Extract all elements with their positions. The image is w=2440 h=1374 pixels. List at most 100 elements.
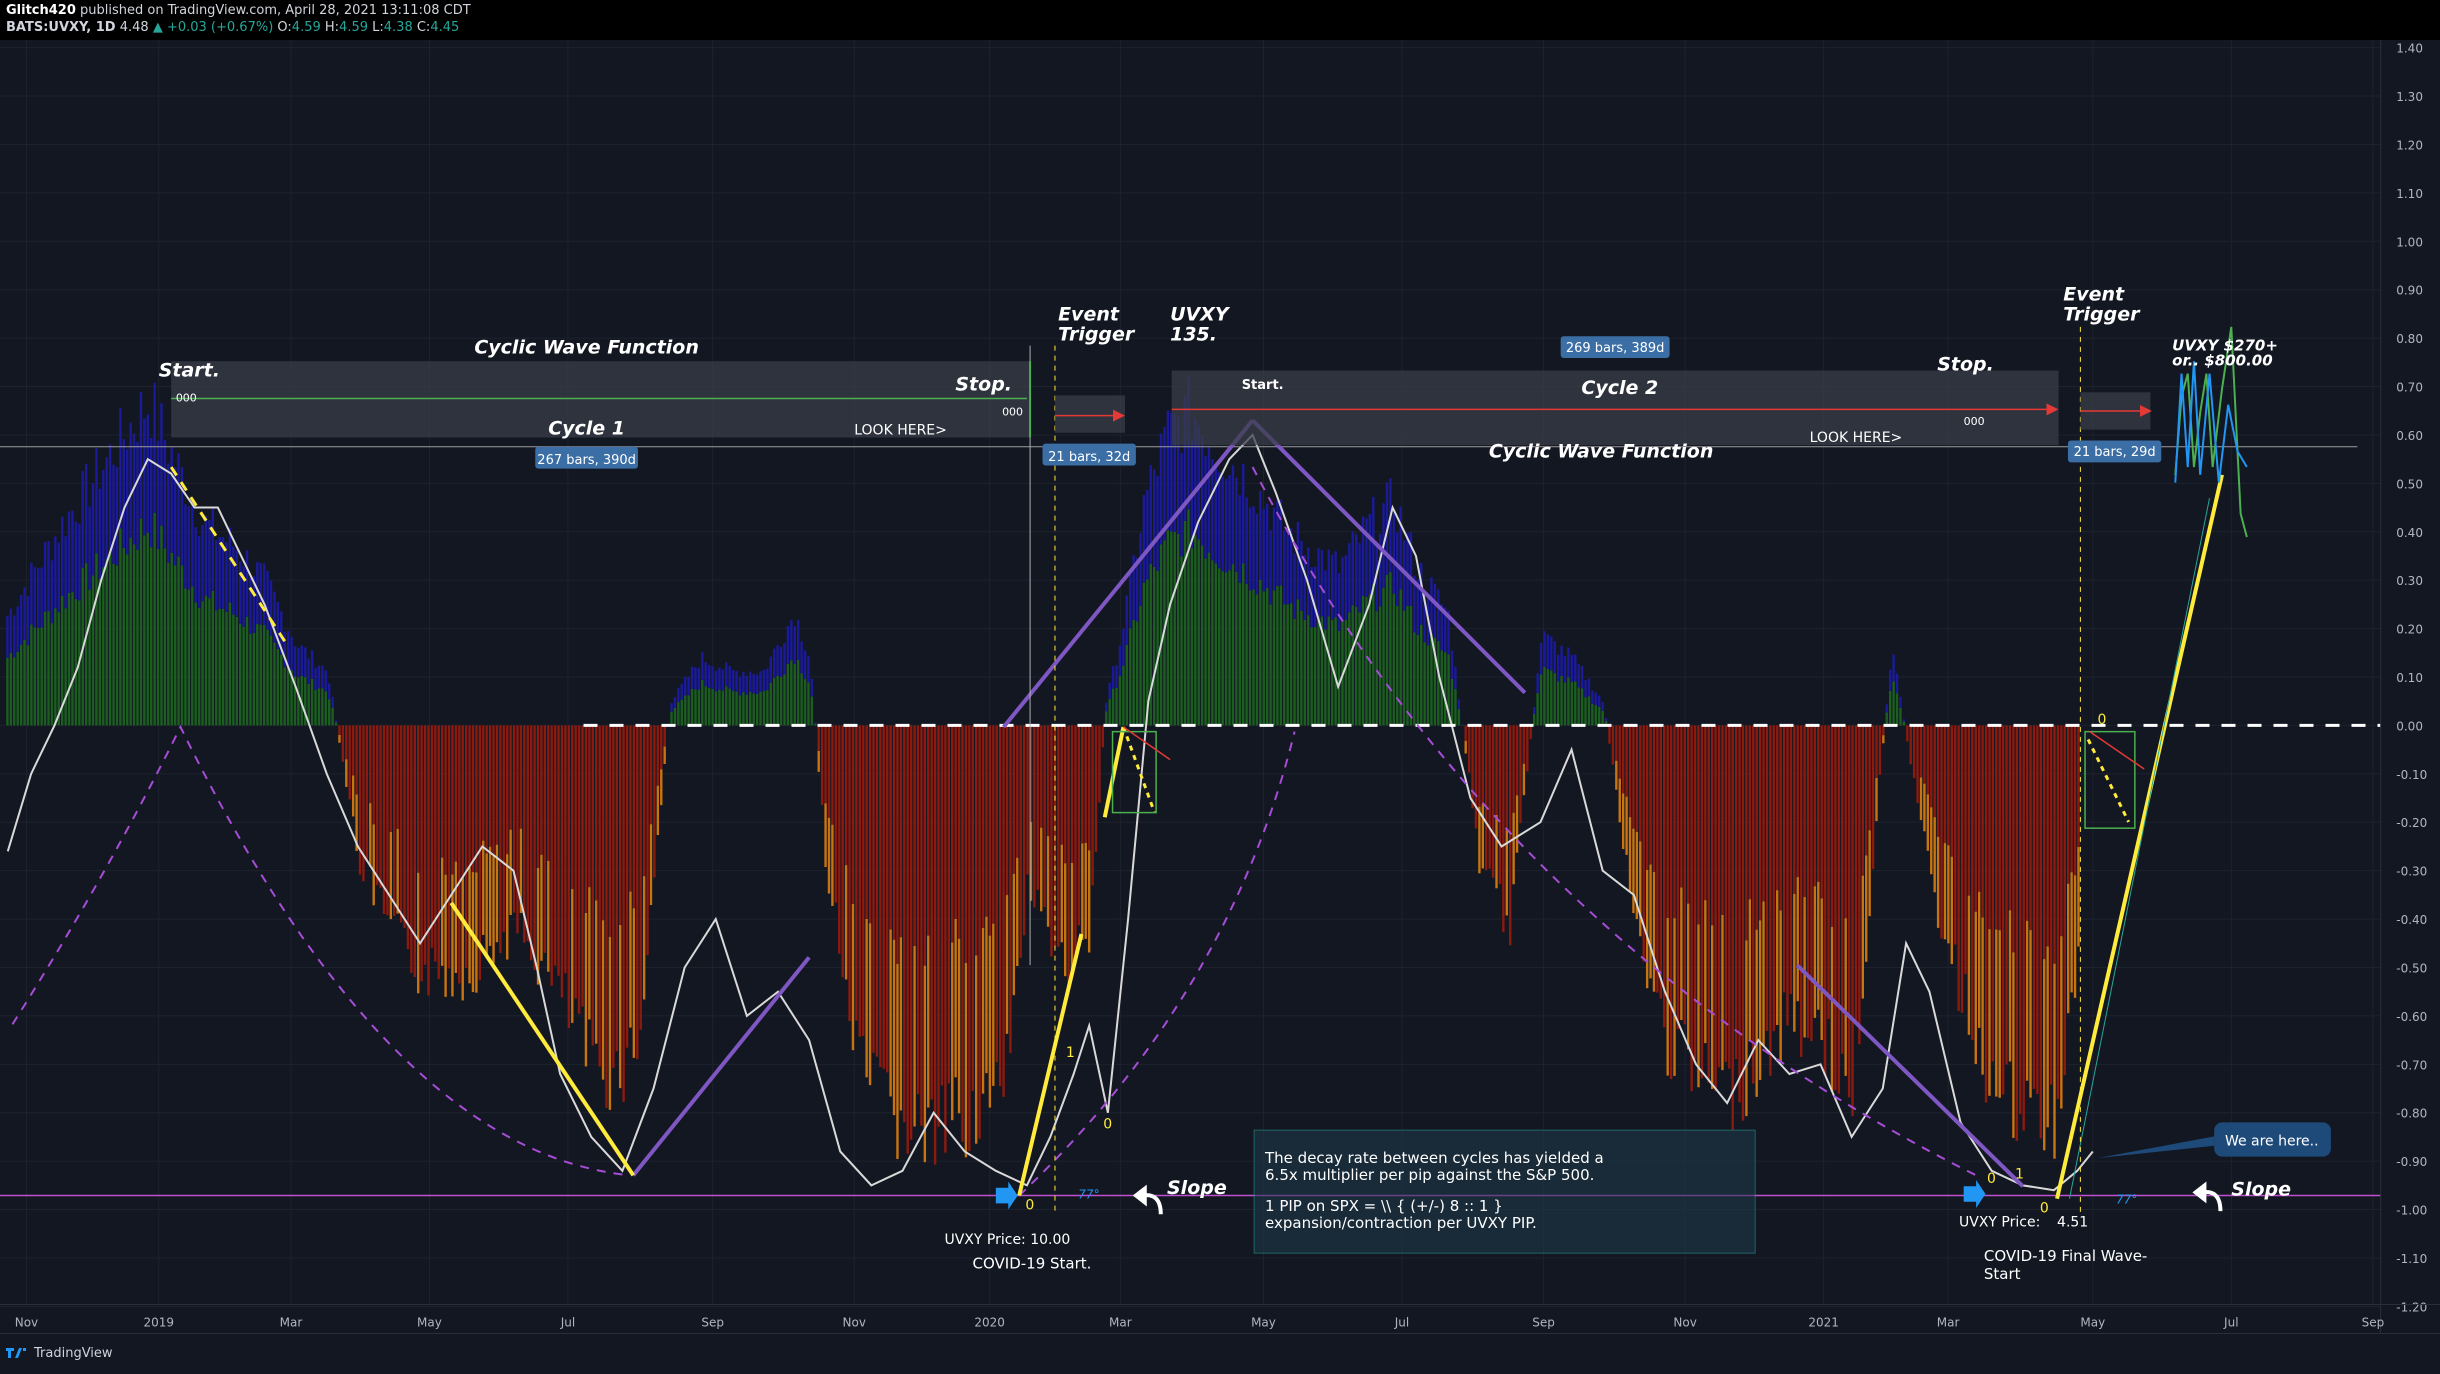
histogram-bar-orange xyxy=(1793,894,1795,1032)
histogram-bar-green xyxy=(1420,625,1422,726)
histogram-bar-green xyxy=(773,678,775,726)
histogram-bar-orange xyxy=(657,786,659,835)
label-uvxy-target: or.. $800.00 xyxy=(2172,351,2273,369)
histogram-bar-red xyxy=(574,725,576,875)
histogram-bar-green xyxy=(1588,696,1590,725)
histogram-bar-orange xyxy=(1735,909,1737,1059)
histogram-bar-red xyxy=(1646,725,1648,870)
x-tick-label: Jul xyxy=(2223,1315,2238,1329)
symbol-label[interactable]: BATS:UVXY, 1D xyxy=(6,20,116,35)
histogram-bar-red xyxy=(1078,725,1080,835)
histogram-bar-red xyxy=(622,725,624,932)
histogram-bar-red xyxy=(1499,725,1501,812)
y-tick-label: -1.20 xyxy=(2396,1300,2427,1314)
publisher-name[interactable]: Glitch420 xyxy=(6,3,76,18)
histogram-bar-orange xyxy=(540,855,542,961)
histogram-bar-blue xyxy=(61,517,63,596)
histogram-bar-red xyxy=(1088,725,1090,850)
histogram-bar-red xyxy=(1964,725,1966,862)
histogram-bar-green xyxy=(1547,669,1549,725)
histogram-bar-red xyxy=(876,725,878,907)
histogram-bar-blue xyxy=(140,392,142,519)
histogram-bar-blue xyxy=(1269,530,1271,604)
histogram-bar-orange xyxy=(1019,853,1021,958)
histogram-bar-red xyxy=(1906,725,1908,734)
histogram-bar-blue xyxy=(239,561,241,623)
tradingview-logo-icon[interactable] xyxy=(6,1346,28,1360)
histogram-bar-orange xyxy=(999,924,1001,1086)
y-tick-label: 1.10 xyxy=(2396,187,2423,201)
histogram-bar-blue xyxy=(770,657,772,683)
histogram-bar-red xyxy=(1728,725,1730,914)
histogram-bar-red xyxy=(506,725,508,854)
histogram-bar-orange xyxy=(2046,946,2048,1127)
histogram-bar-orange xyxy=(1701,920,1703,1079)
histogram-bar-green xyxy=(1554,673,1556,725)
histogram-bar-orange xyxy=(845,865,847,979)
histogram-bar-orange xyxy=(1091,813,1093,885)
histogram-bar-blue xyxy=(304,648,306,678)
histogram-bar-red xyxy=(462,725,464,876)
histogram-bar-orange xyxy=(561,875,563,997)
histogram-bar-green xyxy=(766,690,768,725)
histogram-bar-green xyxy=(1283,604,1285,725)
histogram-bar-orange xyxy=(544,851,546,953)
histogram-bar-red xyxy=(373,725,375,824)
y-tick-label: 0.50 xyxy=(2396,477,2423,491)
histogram-bar-green xyxy=(722,691,724,726)
histogram-bar-blue xyxy=(20,595,22,645)
histogram-bar-red xyxy=(2053,725,2055,963)
histogram-bar-red xyxy=(1879,725,1881,752)
histogram-bar-red xyxy=(1814,725,1816,886)
histogram-bar-blue xyxy=(105,457,107,559)
label-event-trigger-2: Event xyxy=(2063,283,2125,305)
histogram-bar-green xyxy=(1136,621,1138,725)
histogram-bar-red xyxy=(978,725,980,952)
histogram-bar-red xyxy=(1920,725,1922,777)
histogram-bar-red xyxy=(1067,725,1069,867)
histogram-bar-orange xyxy=(841,864,843,977)
histogram-bar-orange xyxy=(1975,912,1977,1064)
histogram-bar-red xyxy=(568,725,570,891)
histogram-bar-red xyxy=(1660,725,1662,875)
histogram-bar-blue xyxy=(739,677,741,695)
label-cyclic-wave-2: Cyclic Wave Function xyxy=(1489,441,1714,463)
histogram-bar-red xyxy=(1865,725,1867,855)
histogram-bar-red xyxy=(1732,725,1734,947)
histogram-bar-red xyxy=(1033,725,1035,825)
histogram-bar-red xyxy=(2064,725,2066,917)
histogram-bar-blue xyxy=(1574,654,1576,681)
histogram-bar-blue xyxy=(157,441,159,549)
histogram-bar-red xyxy=(1992,725,1994,910)
brand-label[interactable]: TradingView xyxy=(34,1346,113,1361)
histogram-bar-green xyxy=(1399,590,1401,726)
price-change: ▲ +0.03 (+0.67%) xyxy=(153,20,273,35)
histogram-bar-red xyxy=(934,725,936,967)
histogram-bar-red xyxy=(2070,725,2072,872)
histogram-bar-red xyxy=(2046,725,2048,946)
histogram-bar-red xyxy=(1670,725,1672,920)
histogram-bar-green xyxy=(147,533,149,726)
histogram-bar-orange xyxy=(1619,779,1621,823)
histogram-bar-green xyxy=(116,565,118,725)
histogram-bar-green xyxy=(129,538,131,726)
histogram-bar-green xyxy=(1235,572,1237,726)
histogram-bar-green xyxy=(1382,588,1384,726)
chart-canvas[interactable]: 1.401.301.201.101.000.900.800.700.600.50… xyxy=(0,40,2440,1333)
histogram-bar-red xyxy=(1506,725,1508,830)
histogram-bar-orange xyxy=(1817,882,1819,1010)
histogram-bar-green xyxy=(71,592,73,725)
histogram-bar-orange xyxy=(1844,918,1846,1076)
histogram-bar-red xyxy=(465,725,467,858)
histogram-bar-blue xyxy=(1266,504,1268,588)
histogram-bar-red xyxy=(643,725,645,876)
histogram-bar-orange xyxy=(876,908,878,1057)
histogram-bar-red xyxy=(1759,725,1761,920)
histogram-bar-blue xyxy=(1396,533,1398,606)
histogram-bar-orange xyxy=(838,851,840,954)
histogram-bar-red xyxy=(982,725,984,928)
histogram-bar-orange xyxy=(2060,936,2062,1108)
histogram-bar-orange xyxy=(598,913,600,1067)
histogram-bar-blue xyxy=(212,508,214,590)
histogram-bar-orange xyxy=(1879,753,1881,775)
